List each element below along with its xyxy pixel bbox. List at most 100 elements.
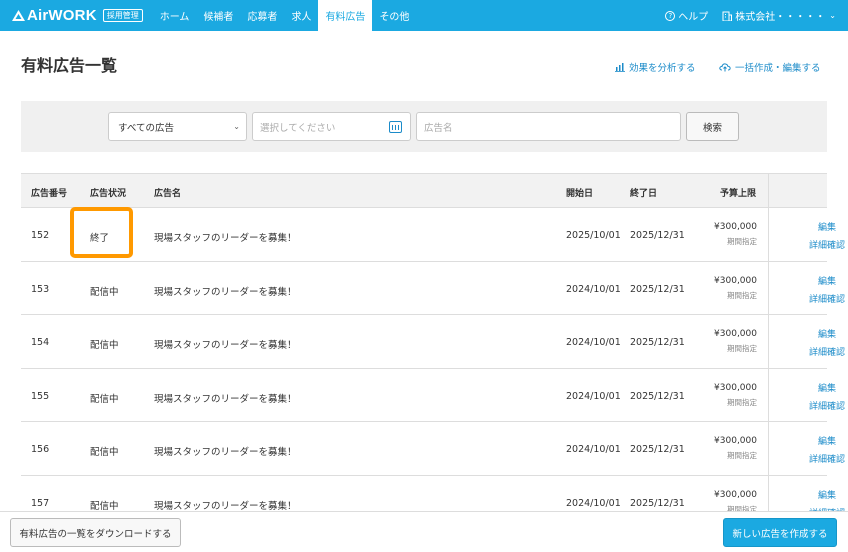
budget-amount: ¥300,000 xyxy=(714,222,757,232)
company-name: 株式会社・・・・・ xyxy=(735,12,826,23)
create-ad-button[interactable]: 新しい広告を作成する xyxy=(723,518,837,547)
table-header: 広告番号 広告状況 広告名 開始日 終了日 予算上限 xyxy=(21,173,827,208)
edit-link[interactable]: 編集 xyxy=(798,434,848,447)
analyze-link[interactable]: 効果を分析する xyxy=(615,60,696,74)
budget-type: 期間指定 xyxy=(727,397,757,407)
calendar-icon[interactable] xyxy=(389,121,402,133)
ads-table: 広告番号 広告状況 広告名 開始日 終了日 予算上限 152 終了 現場スタッフのリ… xyxy=(21,173,845,511)
main-nav: ホーム 候補者 応募者 求人 有料広告 その他 xyxy=(153,0,417,31)
cell-actions: 編集詳細確認 xyxy=(768,368,845,422)
building-icon xyxy=(722,11,733,21)
footer-bar: 有料広告の一覧をダウンロードする 新しい広告を作成する xyxy=(0,511,848,552)
cell-status: 配信中 xyxy=(90,286,119,298)
top-right-menu: ? ヘルプ 株式会社・・・・・ ⌄ xyxy=(665,0,848,31)
filter-bar: すべての広告 ⌄ 選択してください 広告名 検索 xyxy=(21,101,827,152)
company-menu[interactable]: 株式会社・・・・・ ⌄ xyxy=(722,8,836,23)
cell-id: 154 xyxy=(31,337,50,349)
budget-amount: ¥300,000 xyxy=(714,436,757,447)
help-icon: ? xyxy=(665,10,676,21)
cell-end: 2025/12/31 xyxy=(630,390,685,402)
brand[interactable]: AirWORK 採用管理 xyxy=(12,0,143,31)
cell-name: 現場スタッフのリーダーを募集！ xyxy=(154,286,297,298)
cell-start: 2024/10/01 xyxy=(566,337,621,349)
detail-link[interactable]: 詳細確認 xyxy=(798,238,848,251)
cell-actions: 編集詳細確認 xyxy=(768,208,845,261)
ad-name-input[interactable]: 広告名 xyxy=(416,112,681,141)
budget-amount: ¥300,000 xyxy=(714,275,757,286)
detail-link[interactable]: 詳細確認 xyxy=(798,399,848,412)
help-link[interactable]: ? ヘルプ xyxy=(665,8,708,23)
chevron-down-icon: ⌄ xyxy=(233,122,240,131)
budget-amount: ¥300,000 xyxy=(714,382,757,393)
date-range-input[interactable]: 選択してください xyxy=(252,112,411,141)
cell-end: 2025/12/31 xyxy=(630,283,685,295)
nav-item[interactable]: 候補者 xyxy=(196,0,240,31)
top-navbar: AirWORK 採用管理 ホーム 候補者 応募者 求人 有料広告 その他 ? ヘルプ 株式… xyxy=(0,0,848,31)
cell-id: 152 xyxy=(31,230,50,241)
cell-start: 2024/10/01 xyxy=(566,390,621,402)
table-row: 154 配信中 現場スタッフのリーダーを募集！ 2024/10/01 2025/12/3… xyxy=(21,315,845,369)
cell-name: 現場スタッフのリーダーを募集！ xyxy=(154,233,297,244)
date-range-placeholder: 選択してください xyxy=(260,122,336,134)
cell-end: 2025/12/31 xyxy=(630,230,685,241)
cell-budget: ¥300,000 期間指定 xyxy=(714,222,757,247)
nav-item[interactable]: 応募者 xyxy=(240,0,284,31)
table-row: 152 終了 現場スタッフのリーダーを募集！ 2025/10/01 2025/12/31… xyxy=(21,208,845,262)
cell-end: 2025/12/31 xyxy=(630,337,685,349)
header-end: 終了日 xyxy=(630,189,658,199)
airwork-logo-icon xyxy=(12,10,25,21)
budget-amount: ¥300,000 xyxy=(714,329,757,340)
header-actions xyxy=(768,174,827,207)
cell-budget: ¥300,000 期間指定 xyxy=(714,276,757,301)
search-button[interactable]: 検索 xyxy=(686,112,739,141)
cloud-upload-icon xyxy=(719,63,731,72)
edit-link[interactable]: 編集 xyxy=(798,327,848,340)
table-row: 153 配信中 現場スタッフのリーダーを募集！ 2024/10/01 2025/12/3… xyxy=(21,261,845,316)
cell-start: 2024/10/01 xyxy=(566,444,621,456)
budget-type: 期間指定 xyxy=(727,290,757,300)
cell-name: 現場スタッフのリーダーを募集！ xyxy=(154,340,297,352)
page-title: 有料広告一覧 xyxy=(21,56,118,75)
nav-item[interactable]: 求人 xyxy=(284,0,318,31)
header-start: 開始日 xyxy=(566,189,594,199)
cell-id: 153 xyxy=(31,283,50,295)
cell-actions: 編集詳細確認 xyxy=(768,422,845,475)
edit-link[interactable]: 編集 xyxy=(798,220,848,233)
cell-budget: ¥300,000 期間指定 xyxy=(714,436,757,461)
chart-icon xyxy=(615,63,625,72)
cell-name: 現場スタッフのリーダーを募集！ xyxy=(154,447,297,459)
cell-start: 2024/10/01 xyxy=(566,283,621,295)
header-budget: 予算上限 xyxy=(720,189,757,199)
table-row: 155 配信中 現場スタッフのリーダーを募集！ 2024/10/01 2025/12/3… xyxy=(21,368,845,423)
cell-id: 155 xyxy=(31,390,50,402)
cell-actions: 編集詳細確認 xyxy=(768,261,845,315)
detail-link[interactable]: 詳細確認 xyxy=(798,452,848,465)
ad-type-select[interactable]: すべての広告 ⌄ xyxy=(108,112,247,141)
viewport: AirWORK 採用管理 ホーム 候補者 応募者 求人 有料広告 その他 ? ヘルプ 株式… xyxy=(0,0,848,511)
cell-budget: ¥300,000 期間指定 xyxy=(714,383,757,408)
table-body: 152 終了 現場スタッフのリーダーを募集！ 2025/10/01 2025/12/31… xyxy=(21,208,845,511)
download-list-button[interactable]: 有料広告の一覧をダウンロードする xyxy=(10,518,181,547)
cell-name: 現場スタッフのリーダーを募集！ xyxy=(154,500,297,511)
cell-name: 現場スタッフのリーダーを募集！ xyxy=(154,393,297,405)
detail-link[interactable]: 詳細確認 xyxy=(798,345,848,358)
table-row: 156 配信中 現場スタッフのリーダーを募集！ 2024/10/01 2025/12/3… xyxy=(21,422,845,476)
cell-actions: 編集詳細確認 xyxy=(768,475,845,511)
help-label: ヘルプ xyxy=(678,12,709,23)
cell-end: 2025/12/31 xyxy=(630,497,685,509)
brand-badge: 採用管理 xyxy=(102,9,143,22)
nav-item[interactable]: 有料広告 xyxy=(318,0,373,31)
detail-link[interactable]: 詳細確認 xyxy=(798,292,848,305)
edit-link[interactable]: 編集 xyxy=(798,274,848,287)
bulk-edit-link[interactable]: 一括作成・編集する xyxy=(719,60,821,74)
analyze-label: 効果を分析する xyxy=(629,63,696,74)
bulk-edit-label: 一括作成・編集する xyxy=(735,63,821,74)
edit-link[interactable]: 編集 xyxy=(798,488,848,501)
brand-name: AirWORK xyxy=(27,7,97,24)
nav-item[interactable]: その他 xyxy=(372,0,416,31)
nav-item[interactable]: ホーム xyxy=(153,0,197,31)
header-name: 広告名 xyxy=(154,189,182,199)
status-highlight-box xyxy=(70,207,133,258)
edit-link[interactable]: 編集 xyxy=(798,381,848,394)
ad-name-placeholder: 広告名 xyxy=(424,122,453,134)
